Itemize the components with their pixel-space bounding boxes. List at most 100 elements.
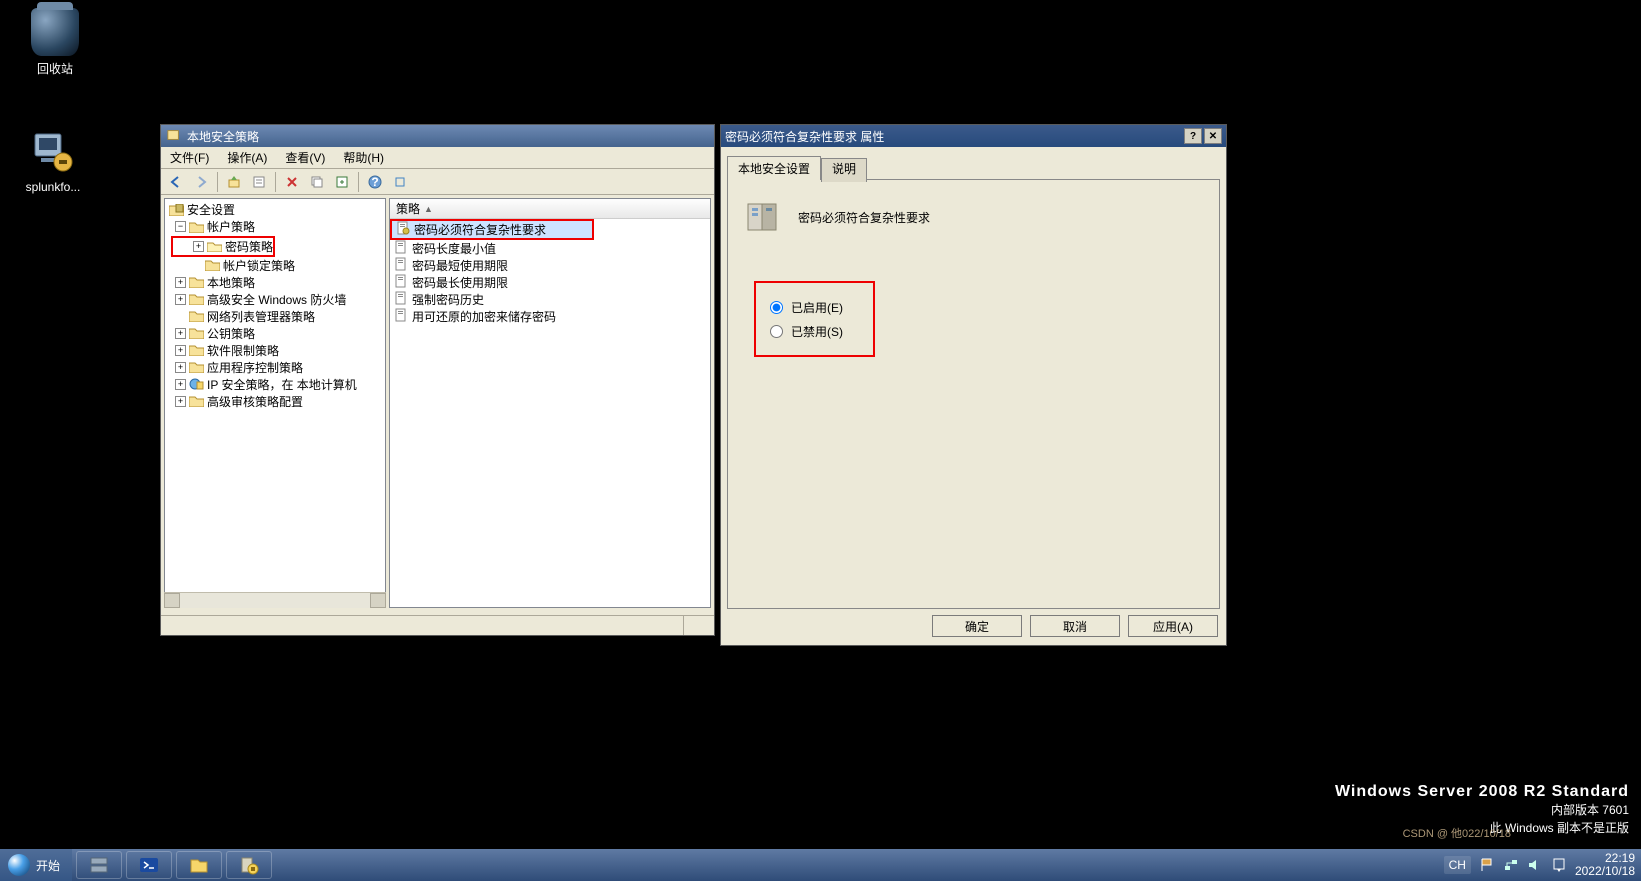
folder-icon xyxy=(189,326,204,340)
splunk-icon xyxy=(29,128,77,176)
menu-file[interactable]: 文件(F) xyxy=(161,146,218,169)
list-item-label: 密码长度最小值 xyxy=(412,240,496,257)
folder-icon xyxy=(189,394,204,408)
toolbar-forward-button[interactable] xyxy=(190,171,212,193)
recycle-bin-label: 回收站 xyxy=(20,60,90,77)
toolbar-refresh-button[interactable] xyxy=(389,171,411,193)
taskbar-explorer[interactable] xyxy=(176,851,222,879)
tray-volume-icon[interactable] xyxy=(1527,857,1543,873)
tray-action-center-icon[interactable] xyxy=(1551,857,1567,873)
radio-enabled-input[interactable] xyxy=(770,301,783,314)
policy-icon xyxy=(394,240,408,257)
toolbar-copy-button[interactable] xyxy=(306,171,328,193)
folder-icon xyxy=(189,360,204,374)
folder-icon xyxy=(189,343,204,357)
start-label: 开始 xyxy=(36,857,60,874)
policy-icon xyxy=(396,221,410,238)
tab-local-security[interactable]: 本地安全设置 xyxy=(727,156,821,180)
tree-pane[interactable]: 安全设置 −帐户策略 +密码策略 帐户锁定策略 +本地策略 +高级安全 Wind… xyxy=(164,198,386,608)
toggle-minus-icon[interactable]: − xyxy=(175,221,186,232)
titlebar-secpol[interactable]: 本地安全策略 xyxy=(161,125,714,147)
titlebar-dialog[interactable]: 密码必须符合复杂性要求 属性 ? ✕ xyxy=(721,125,1226,147)
list-item[interactable]: 密码长度最小值 xyxy=(390,240,710,257)
list-item[interactable]: 密码最短使用期限 xyxy=(390,257,710,274)
radio-group-highlight: 已启用(E) 已禁用(S) xyxy=(754,281,875,357)
scroll-left-button[interactable] xyxy=(164,593,180,608)
toolbar-export-button[interactable] xyxy=(331,171,353,193)
list-item[interactable]: 强制密码历史 xyxy=(390,291,710,308)
toggle-plus-icon[interactable]: + xyxy=(193,241,204,252)
toolbar-properties-button[interactable] xyxy=(248,171,270,193)
tree-lockout-policy[interactable]: 帐户锁定策略 xyxy=(169,257,383,274)
policy-icon xyxy=(394,291,408,308)
list-header-policy[interactable]: 策略▲ xyxy=(390,199,710,219)
taskbar-server-manager[interactable] xyxy=(76,851,122,879)
sort-asc-icon: ▲ xyxy=(424,204,433,214)
ok-button[interactable]: 确定 xyxy=(932,615,1022,637)
tab-explain[interactable]: 说明 xyxy=(821,158,867,182)
desktop-icon-recycle-bin[interactable]: 回收站 xyxy=(20,8,90,77)
tree-pubkey[interactable]: +公钥策略 xyxy=(169,325,383,342)
toolbar-back-button[interactable] xyxy=(165,171,187,193)
scroll-right-button[interactable] xyxy=(370,593,386,608)
toggle-plus-icon[interactable]: + xyxy=(175,396,186,407)
tree-hscrollbar[interactable] xyxy=(164,592,386,608)
radio-enabled[interactable]: 已启用(E) xyxy=(770,295,843,319)
list-item[interactable]: 用可还原的加密来储存密码 xyxy=(390,308,710,325)
desktop-icon-splunk[interactable]: splunkfo... xyxy=(18,128,88,194)
recycle-bin-icon xyxy=(31,8,79,56)
tree-password-policy[interactable]: +密码策略 xyxy=(173,238,273,255)
dialog-title: 密码必须符合复杂性要求 属性 xyxy=(725,128,884,145)
tree-wfas[interactable]: +高级安全 Windows 防火墙 xyxy=(169,291,383,308)
toggle-plus-icon[interactable]: + xyxy=(175,345,186,356)
help-button[interactable]: ? xyxy=(1184,128,1202,144)
toggle-plus-icon[interactable]: + xyxy=(175,277,186,288)
tree-nlm[interactable]: 网络列表管理器策略 xyxy=(169,308,383,325)
security-root-icon xyxy=(169,203,184,217)
statusbar xyxy=(161,615,714,635)
language-indicator[interactable]: CH xyxy=(1444,856,1471,874)
menu-action[interactable]: 操作(A) xyxy=(218,146,276,169)
list-item-label: 强制密码历史 xyxy=(412,291,484,308)
radio-disabled[interactable]: 已禁用(S) xyxy=(770,319,843,343)
toggle-plus-icon[interactable]: + xyxy=(175,362,186,373)
toggle-plus-icon[interactable]: + xyxy=(175,294,186,305)
menu-view[interactable]: 查看(V) xyxy=(276,146,334,169)
toggle-plus-icon[interactable]: + xyxy=(175,379,186,390)
splunk-label: splunkfo... xyxy=(18,180,88,194)
cancel-button[interactable]: 取消 xyxy=(1030,615,1120,637)
toolbar-delete-button[interactable] xyxy=(281,171,303,193)
close-button[interactable]: ✕ xyxy=(1204,128,1222,144)
tree-account-policies[interactable]: −帐户策略 xyxy=(169,218,383,235)
ipsec-icon xyxy=(189,377,204,391)
menubar: 文件(F) 操作(A) 查看(V) 帮助(H) xyxy=(161,147,714,169)
folder-icon xyxy=(189,275,204,289)
toggle-plus-icon[interactable]: + xyxy=(175,328,186,339)
tree-advaudit[interactable]: +高级审核策略配置 xyxy=(169,393,383,410)
toolbar-help-button[interactable]: ? xyxy=(364,171,386,193)
tree-srp[interactable]: +软件限制策略 xyxy=(169,342,383,359)
tree-root[interactable]: 安全设置 xyxy=(169,201,383,218)
start-button[interactable]: 开始 xyxy=(0,849,72,881)
tree-appctrl[interactable]: +应用程序控制策略 xyxy=(169,359,383,376)
taskbar-secpol[interactable] xyxy=(226,851,272,879)
folder-icon xyxy=(189,309,204,323)
taskbar-powershell[interactable] xyxy=(126,851,172,879)
policy-list: 策略▲ 密码必须符合复杂性要求 密码长度最小值 密码最短使用期限 密码最长使用期… xyxy=(389,198,711,608)
apply-button[interactable]: 应用(A) xyxy=(1128,615,1218,637)
tray-network-icon[interactable] xyxy=(1503,857,1519,873)
tree-ipsec[interactable]: +IP 安全策略，在 本地计算机 xyxy=(169,376,383,393)
clock-date: 2022/10/18 xyxy=(1575,865,1635,878)
list-item[interactable]: 密码必须符合复杂性要求 xyxy=(392,221,592,238)
taskbar-clock[interactable]: 22:19 2022/10/18 xyxy=(1575,852,1635,878)
folder-icon xyxy=(189,220,204,234)
radio-disabled-input[interactable] xyxy=(770,325,783,338)
list-item-label: 密码最长使用期限 xyxy=(412,274,508,291)
tray-flag-icon[interactable] xyxy=(1479,857,1495,873)
menu-help[interactable]: 帮助(H) xyxy=(334,146,393,169)
tree-local-policies[interactable]: +本地策略 xyxy=(169,274,383,291)
list-item[interactable]: 密码最长使用期限 xyxy=(390,274,710,291)
list-item-label: 密码最短使用期限 xyxy=(412,257,508,274)
toolbar-up-button[interactable] xyxy=(223,171,245,193)
tab-content: 密码必须符合复杂性要求 已启用(E) 已禁用(S) xyxy=(727,179,1220,609)
